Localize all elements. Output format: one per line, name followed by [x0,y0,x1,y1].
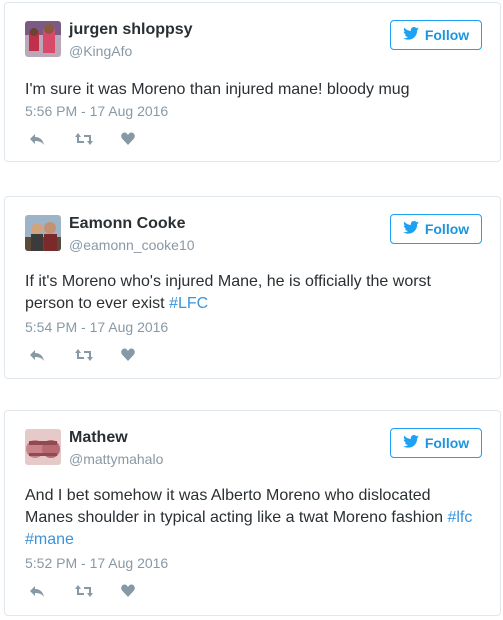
tweet-text: And I bet somehow it was Alberto Moreno … [25,485,480,551]
like-heart-icon[interactable] [121,348,137,362]
tweet-card: Mathew @mattymahalo Follow And I bet som… [4,410,501,616]
timestamp[interactable]: 5:54 PM - 17 Aug 2016 [25,319,168,335]
reply-icon[interactable] [29,132,45,146]
like-heart-icon[interactable] [121,584,137,598]
tweet-text: If it's Moreno who's injured Mane, he is… [25,271,480,315]
display-name[interactable]: Mathew [69,429,128,447]
avatar[interactable] [25,215,61,251]
like-heart-icon[interactable] [121,132,137,146]
reply-icon[interactable] [29,348,45,362]
tweet-actions [29,348,137,362]
tweet-body: I'm sure it was Moreno than injured mane… [25,81,410,98]
tweet-actions [29,584,137,598]
follow-label: Follow [424,27,470,43]
avatar[interactable] [25,429,61,465]
tweet-actions [29,132,137,146]
avatar[interactable] [25,21,61,57]
twitter-bird-icon [403,435,419,451]
hashtag-link[interactable]: #lfc [447,509,472,526]
display-name[interactable]: jurgen shloppsy [69,21,193,39]
twitter-bird-icon [403,27,419,43]
timestamp[interactable]: 5:52 PM - 17 Aug 2016 [25,555,168,571]
hashtag-link[interactable]: #mane [25,531,74,548]
retweet-icon[interactable] [75,348,93,362]
user-handle[interactable]: @KingAfo [69,43,132,59]
follow-label: Follow [424,221,470,237]
display-name[interactable]: Eamonn Cooke [69,215,185,233]
user-handle[interactable]: @eamonn_cooke10 [69,237,195,253]
follow-button[interactable]: Follow [390,20,482,50]
tweet-card: jurgen shloppsy @KingAfo Follow I'm sure… [4,2,501,162]
follow-button[interactable]: Follow [390,214,482,244]
tweet-text: I'm sure it was Moreno than injured mane… [25,79,480,101]
tweet-card: Eamonn Cooke @eamonn_cooke10 Follow If i… [4,196,501,379]
tweet-body: And I bet somehow it was Alberto Moreno … [25,487,443,526]
reply-icon[interactable] [29,584,45,598]
user-handle[interactable]: @mattymahalo [69,451,163,467]
hashtag-link[interactable]: #LFC [169,295,208,312]
follow-button[interactable]: Follow [390,428,482,458]
retweet-icon[interactable] [75,584,93,598]
retweet-icon[interactable] [75,132,93,146]
tweet-body: If it's Moreno who's injured Mane, he is… [25,273,431,312]
timestamp[interactable]: 5:56 PM - 17 Aug 2016 [25,103,168,119]
follow-label: Follow [424,435,470,451]
twitter-bird-icon [403,221,419,237]
